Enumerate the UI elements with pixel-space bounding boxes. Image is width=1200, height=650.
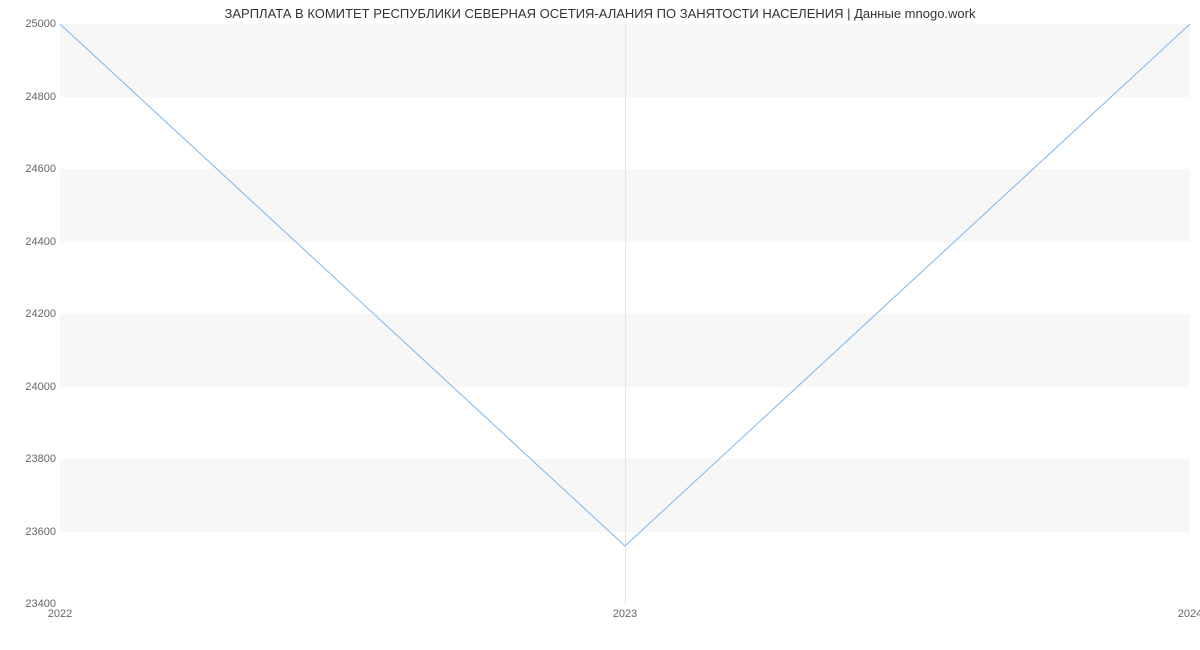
y-tick-label: 24000: [6, 381, 56, 393]
x-tick-label: 2023: [613, 608, 637, 620]
x-tick-label: 2024: [1178, 608, 1200, 620]
y-tick-label: 24600: [6, 163, 56, 175]
x-tick-label: 2022: [48, 608, 72, 620]
y-tick-label: 24400: [6, 236, 56, 248]
salary-series: [60, 24, 1190, 546]
y-tick-label: 24200: [6, 308, 56, 320]
y-tick-label: 23800: [6, 453, 56, 465]
salary-line-chart: ЗАРПЛАТА В КОМИТЕТ РЕСПУБЛИКИ СЕВЕРНАЯ О…: [0, 0, 1200, 650]
y-tick-label: 25000: [6, 18, 56, 30]
y-tick-label: 23600: [6, 526, 56, 538]
plot-area: [60, 24, 1190, 604]
chart-title: ЗАРПЛАТА В КОМИТЕТ РЕСПУБЛИКИ СЕВЕРНАЯ О…: [0, 6, 1200, 21]
y-tick-label: 24800: [6, 91, 56, 103]
